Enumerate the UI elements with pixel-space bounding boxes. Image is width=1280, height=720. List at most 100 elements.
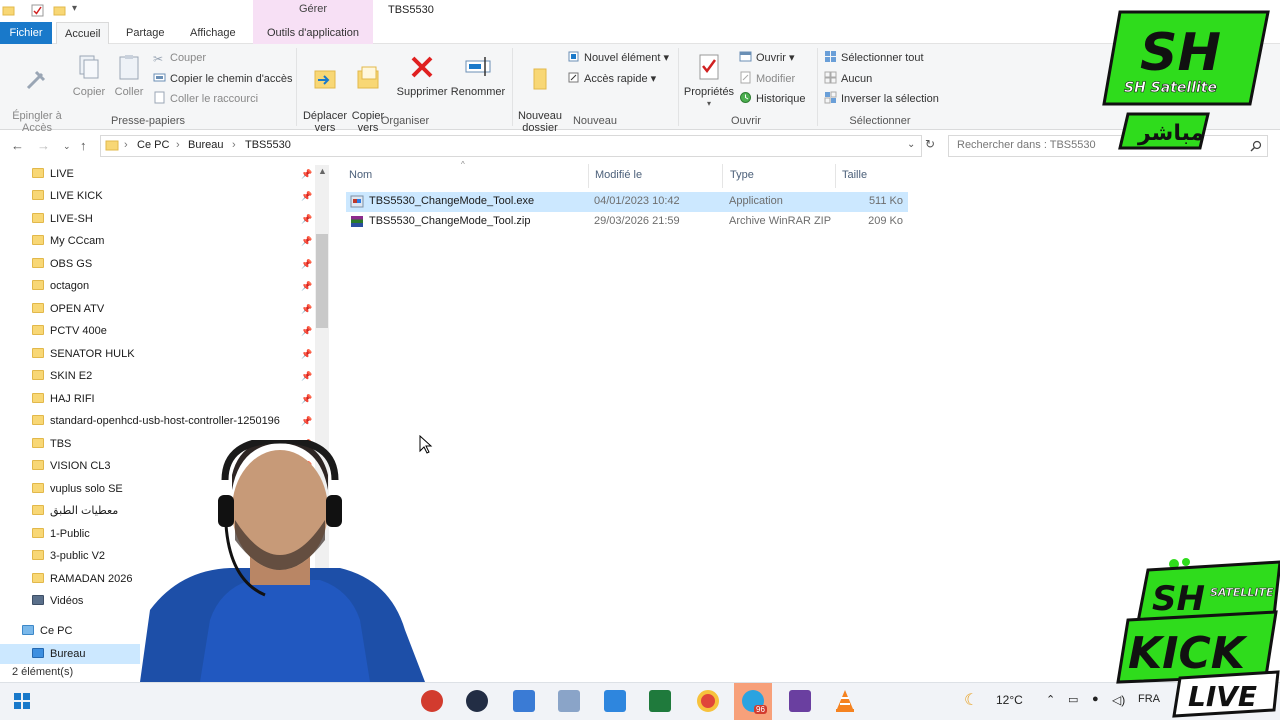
- paste-shortcut-button[interactable]: Coller le raccourci: [153, 91, 258, 107]
- column-separator[interactable]: [722, 164, 723, 188]
- pin-icon: 📌: [301, 371, 313, 381]
- weather-temperature[interactable]: 12°C: [996, 693, 1023, 707]
- file-size: 209 Ko: [868, 215, 903, 227]
- nav-item-bureau[interactable]: Bureau: [0, 644, 140, 664]
- tab-outils-application[interactable]: Outils d'application: [253, 22, 373, 44]
- tab-accueil[interactable]: Accueil: [56, 22, 110, 44]
- nav-item-open-atv[interactable]: OPEN ATV: [32, 299, 104, 319]
- nav-item-arabic-folder[interactable]: معطيات الطبق: [32, 501, 118, 521]
- move-to-button[interactable]: Déplacer vers: [302, 52, 348, 134]
- select-none-button[interactable]: Aucun: [824, 71, 872, 87]
- nav-item-octagon[interactable]: octagon: [32, 276, 89, 296]
- nav-item-live[interactable]: LIVE: [32, 164, 74, 184]
- taskbar-obs-icon[interactable]: [466, 690, 488, 712]
- easy-access-icon: [568, 72, 579, 83]
- refresh-icon[interactable]: ↻: [925, 137, 935, 151]
- taskbar: [0, 682, 1280, 720]
- nav-item-ce-pc[interactable]: Ce PC: [22, 621, 72, 641]
- nav-item-label: Ce PC: [40, 625, 73, 637]
- nav-item-pctv-400e[interactable]: PCTV 400e: [32, 321, 107, 341]
- properties-quick-icon[interactable]: [31, 4, 44, 17]
- tab-fichier[interactable]: Fichier: [0, 22, 52, 44]
- column-header-type[interactable]: Type: [730, 169, 754, 181]
- new-folder-button[interactable]: Nouveau dossier: [516, 52, 564, 134]
- paste-label: Coller: [114, 86, 144, 98]
- paste-button[interactable]: Coller: [111, 52, 147, 98]
- file-row[interactable]: TBS5530_ChangeMode_Tool.zip 29/03/2026 2…: [346, 212, 908, 232]
- breadcrumb-tbs5530[interactable]: TBS5530: [245, 139, 291, 151]
- copy-button[interactable]: Copier: [70, 52, 108, 98]
- copy-path-button[interactable]: Copier le chemin d'accès: [153, 71, 293, 87]
- new-folder-icon: [533, 68, 547, 90]
- cut-button[interactable]: ✂ Couper: [153, 50, 206, 66]
- contextual-group-gerer: Gérer: [253, 0, 373, 22]
- taskbar-app-icon[interactable]: [421, 690, 443, 712]
- column-separator[interactable]: [588, 164, 589, 188]
- column-header-size[interactable]: Taille: [842, 169, 867, 181]
- new-folder-quick-icon[interactable]: [53, 4, 66, 17]
- nav-scrollbar-thumb[interactable]: [316, 234, 328, 328]
- scissors-icon: ✂: [153, 52, 164, 66]
- nav-item-vision-cl3[interactable]: VISION CL3: [32, 456, 111, 476]
- easy-access-button[interactable]: Accès rapide ▾: [567, 71, 656, 87]
- taskbar-vlc-icon[interactable]: [834, 689, 856, 713]
- delete-button[interactable]: Supprimer: [396, 52, 448, 98]
- nav-item-obs-gs[interactable]: OBS GS: [32, 254, 92, 274]
- address-dropdown-icon[interactable]: ⌄: [907, 139, 915, 150]
- select-all-button[interactable]: Sélectionner tout: [824, 50, 924, 66]
- nav-item-videos[interactable]: Vidéos: [32, 591, 83, 611]
- network-icon[interactable]: ▭: [1068, 693, 1078, 706]
- dropdown-arrow-icon: ▾: [663, 52, 670, 64]
- properties-button[interactable]: Propriétés ▾: [683, 52, 735, 110]
- column-separator[interactable]: [835, 164, 836, 188]
- up-arrow-icon[interactable]: ↑: [80, 138, 87, 153]
- column-header-modified[interactable]: Modifié le: [595, 169, 642, 181]
- nav-item-skin-e2[interactable]: SKIN E2: [32, 366, 92, 386]
- windows-start-icon[interactable]: [14, 693, 30, 709]
- taskbar-app-icon[interactable]: [649, 690, 671, 712]
- forward-arrow-icon[interactable]: →: [37, 138, 50, 153]
- weather-moon-icon[interactable]: ☾: [964, 690, 978, 710]
- taskbar-chrome-icon[interactable]: [697, 690, 719, 712]
- rename-button[interactable]: Renommer: [450, 52, 506, 98]
- desktop-icon: [32, 648, 44, 658]
- quick-access-dropdown-icon[interactable]: ▾: [72, 3, 77, 14]
- file-row[interactable]: TBS5530_ChangeMode_Tool.exe 04/01/2023 1…: [346, 192, 908, 212]
- folder-icon: [32, 438, 44, 448]
- history-button[interactable]: Historique: [739, 91, 806, 107]
- nav-item-haj-rifi[interactable]: HAJ RIFI: [32, 389, 95, 409]
- recent-dropdown-icon[interactable]: ⌄: [63, 141, 71, 152]
- invert-selection-button[interactable]: Inverser la sélection: [824, 91, 939, 107]
- breadcrumb-ce-pc[interactable]: Ce PC: [137, 139, 169, 151]
- tab-partage[interactable]: Partage: [118, 22, 173, 44]
- taskbar-app-icon[interactable]: [513, 690, 535, 712]
- nav-item-1-public[interactable]: 1-Public: [32, 524, 90, 544]
- nav-item-3-public-v2[interactable]: 3-public V2: [32, 546, 105, 566]
- nav-item-senator-hulk[interactable]: SENATOR HULK: [32, 344, 135, 364]
- nav-item-tbs[interactable]: TBS: [32, 434, 71, 454]
- nav-item-standard-openhcd[interactable]: standard-openhcd-usb-host-controller-125…: [32, 411, 280, 431]
- taskbar-app-icon[interactable]: [789, 690, 811, 712]
- move-folder-icon: [314, 70, 336, 89]
- properties-label: Propriétés: [683, 86, 735, 98]
- column-header-name[interactable]: Nom: [349, 169, 372, 181]
- taskbar-app-icon[interactable]: [558, 690, 580, 712]
- back-arrow-icon[interactable]: ←: [11, 138, 24, 153]
- tab-affichage[interactable]: Affichage: [182, 22, 244, 44]
- nav-item-live-sh[interactable]: LIVE-SH: [32, 209, 93, 229]
- tray-chevron-icon[interactable]: ⌃: [1046, 693, 1055, 706]
- folder-icon: [32, 415, 44, 425]
- microphone-icon[interactable]: ●: [1092, 693, 1099, 705]
- folder-icon: [32, 258, 44, 268]
- taskbar-calculator-icon[interactable]: [604, 690, 626, 712]
- nav-item-live-kick[interactable]: LIVE KICK: [32, 186, 103, 206]
- edit-button[interactable]: Modifier: [739, 71, 795, 87]
- nav-item-vuplus-solo-se[interactable]: vuplus solo SE: [32, 479, 123, 499]
- breadcrumb-bureau[interactable]: Bureau: [188, 139, 223, 151]
- scroll-up-icon[interactable]: ▲: [318, 166, 327, 176]
- rename-icon: [465, 57, 491, 76]
- new-item-button[interactable]: Nouvel élément ▾: [567, 50, 669, 66]
- nav-item-ramadan-2026[interactable]: RAMADAN 2026: [32, 569, 133, 589]
- nav-item-my-cccam[interactable]: My CCcam: [32, 231, 104, 251]
- open-button[interactable]: Ouvrir ▾: [739, 50, 795, 66]
